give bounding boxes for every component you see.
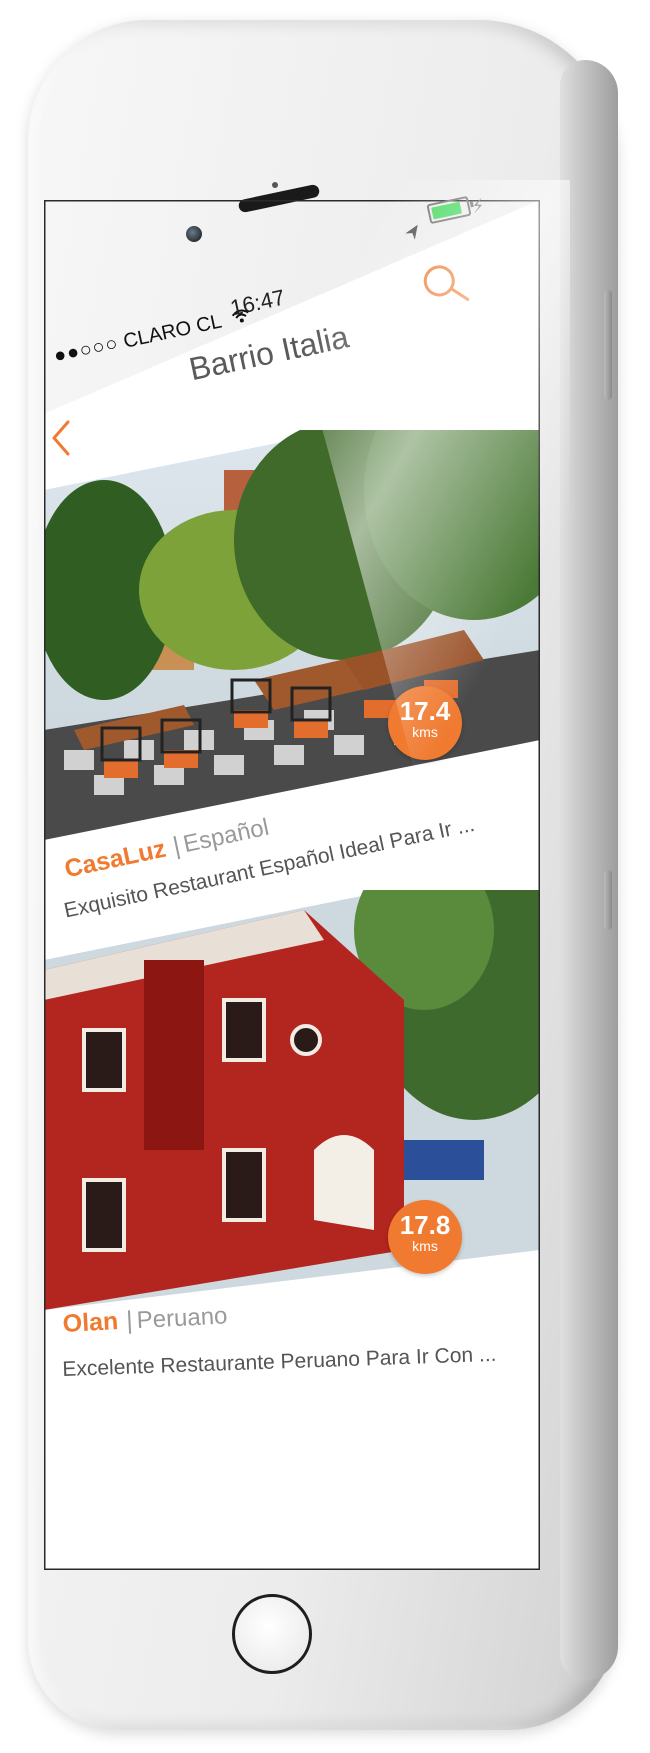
power-button (604, 290, 612, 400)
restaurant-name[interactable]: Olan (62, 1307, 119, 1338)
back-chevron-icon[interactable] (50, 418, 72, 458)
distance-badge: 17.8 kms (388, 1200, 462, 1274)
volume-button (604, 870, 612, 930)
device-stage: ●●○○○ CLARO CL 16:47 ⚡ Barrio Italia 17.… (0, 0, 650, 1753)
distance-value: 17.8 (399, 1210, 451, 1240)
distance-unit: kms (412, 1238, 438, 1254)
restaurant-cuisine: Peruano (136, 1302, 229, 1335)
distance-badge: 17.4 kms (388, 686, 462, 760)
title-separator: | (125, 1306, 134, 1335)
distance-unit: kms (412, 724, 438, 740)
distance-value: 17.4 (399, 696, 451, 726)
home-button[interactable] (232, 1594, 312, 1674)
search-icon[interactable] (416, 256, 473, 313)
restaurant-card-info-bg-2 (44, 1250, 540, 1570)
restaurant-photo-olan[interactable] (44, 890, 540, 1310)
proximity-sensor (272, 182, 278, 188)
front-camera (186, 226, 202, 242)
battery-level (431, 201, 462, 220)
